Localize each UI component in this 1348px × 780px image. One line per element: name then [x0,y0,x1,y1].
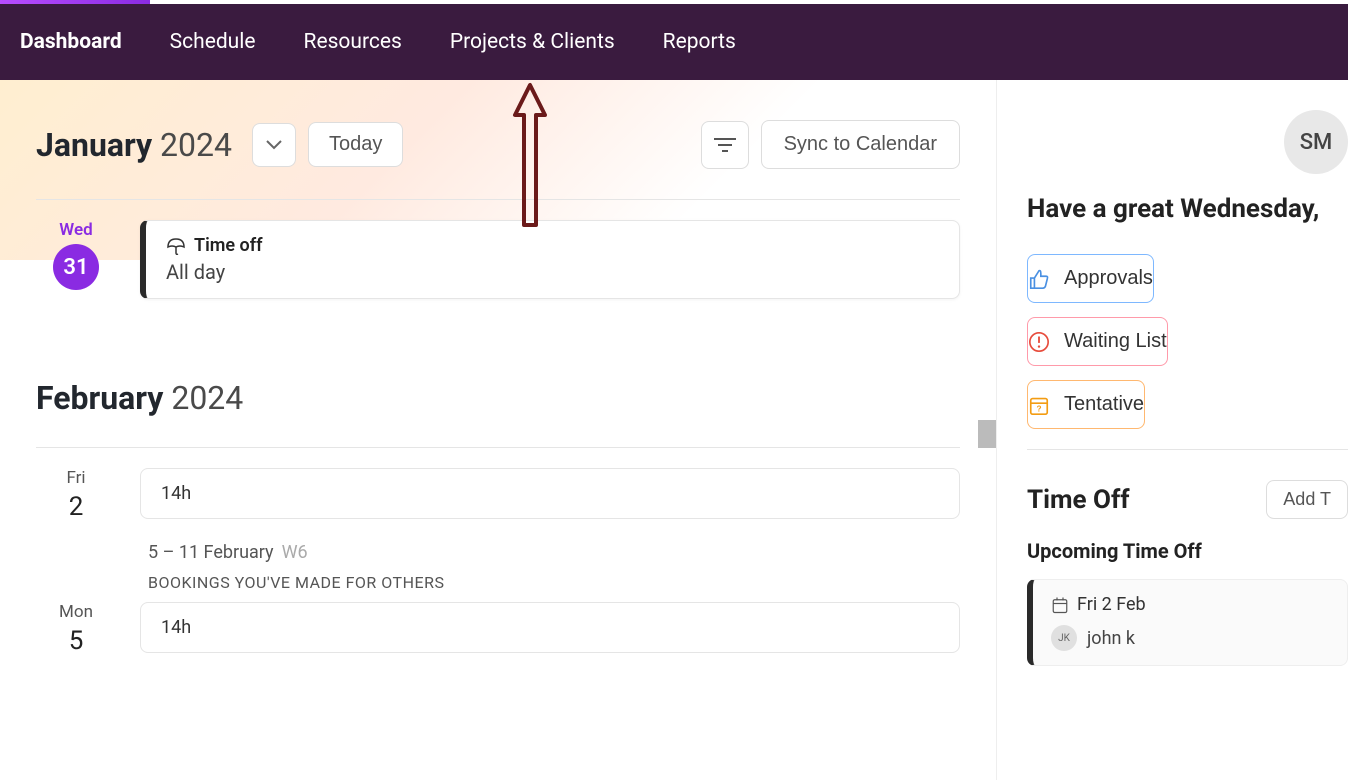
chevron-down-icon [266,140,282,150]
month-header-february: February 2024 [20,319,976,447]
sync-calendar-button[interactable]: Sync to Calendar [761,120,960,169]
month-dropdown-button[interactable] [252,123,296,167]
upcoming-timeoff-title: Upcoming Time Off [1027,539,1348,563]
upcoming-date-text: Fri 2 Feb [1077,594,1146,615]
greeting-text: Have a great Wednesday, [1027,194,1348,224]
calendar-panel: January 2024 Today Sync to Calendar Wed … [0,80,996,780]
calendar-icon [1051,596,1069,614]
upcoming-person-name: john k [1087,628,1135,649]
nav-dashboard[interactable]: Dashboard [20,30,122,54]
event-card-14h[interactable]: 14h [140,468,960,519]
month-title: January 2024 [36,126,232,164]
nav-resources[interactable]: Resources [304,30,402,54]
day-row-jan-31: Wed 31 Time off All day [20,200,976,319]
event-subtitle: All day [166,260,939,284]
today-button[interactable]: Today [308,122,403,167]
day-row-feb-5: Mon 5 14h [20,602,976,676]
mini-avatar-jk: JK [1051,625,1077,651]
today-badge[interactable]: 31 [53,244,99,290]
event-card-14h-mon[interactable]: 14h [140,602,960,653]
right-sidebar: SM Have a great Wednesday, Approvals Wai… [996,80,1348,780]
day-row-feb-2: Fri 2 14h [20,448,976,542]
filter-icon [714,137,736,153]
filter-button[interactable] [701,121,749,169]
week-range-label: 5 – 11 FebruaryW6 [20,542,976,573]
bookings-section-label: BOOKINGS YOU'VE MADE FOR OTHERS [20,573,976,602]
thumbs-up-icon [1028,268,1050,290]
timeoff-section-title: Time Off [1027,485,1130,515]
month-header-january: January 2024 Today Sync to Calendar [20,80,976,199]
nav-projects-clients[interactable]: Projects & Clients [450,30,615,54]
day-label-wed-31: Wed 31 [36,220,116,290]
calendar-question-icon: ? [1028,394,1050,416]
upcoming-timeoff-card[interactable]: Fri 2 Feb JK john k [1027,579,1348,666]
nav-reports[interactable]: Reports [663,30,736,54]
svg-text:?: ? [1036,404,1041,413]
day-label-mon-5: Mon 5 [36,602,116,656]
day-label-fri-2: Fri 2 [36,468,116,522]
umbrella-icon [166,237,186,255]
add-timeoff-button[interactable]: Add T [1266,480,1348,519]
user-avatar[interactable]: SM [1284,110,1348,174]
event-card-timeoff[interactable]: Time off All day [140,220,960,299]
nav-schedule[interactable]: Schedule [170,30,256,54]
waiting-list-button[interactable]: Waiting List [1027,317,1168,366]
divider [1027,449,1348,450]
alert-circle-icon [1028,331,1050,353]
event-title-text: Time off [194,235,263,256]
tentative-button[interactable]: ? Tentative [1027,380,1145,429]
approvals-button[interactable]: Approvals [1027,254,1154,303]
main-navbar: Dashboard Schedule Resources Projects & … [0,4,1348,80]
